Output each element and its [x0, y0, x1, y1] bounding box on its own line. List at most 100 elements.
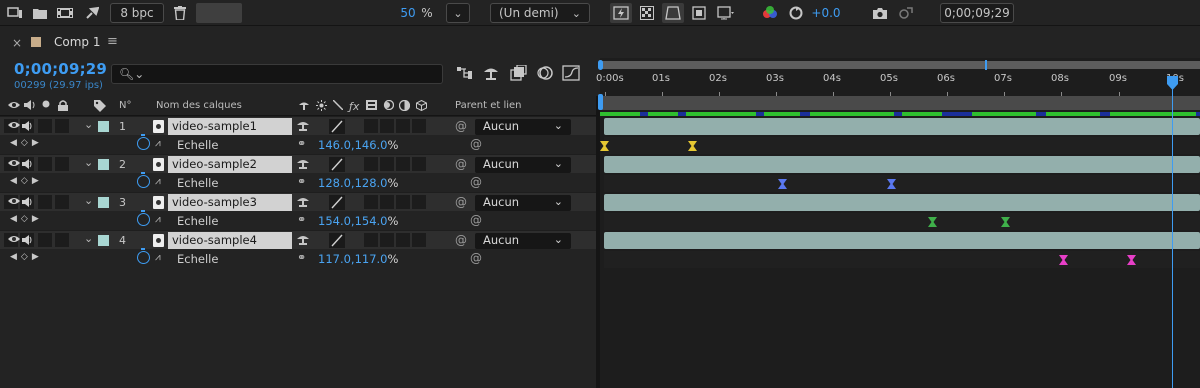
solo-toggle[interactable] — [38, 157, 52, 171]
folder-icon[interactable] — [32, 3, 48, 23]
region-of-interest-icon[interactable] — [688, 3, 710, 23]
solo-toggle[interactable] — [38, 195, 52, 209]
property-row-scale-3[interactable]: ◀◇▶ ⩘ Echelle ⚭ 154.0,154.0% @ — [0, 210, 596, 230]
graph-icon[interactable]: ⩘ — [155, 176, 161, 187]
column-adjustment-icon[interactable] — [398, 99, 411, 114]
column-frame-blend-icon[interactable] — [366, 100, 377, 113]
property-value[interactable]: 146.0,146.0% — [318, 138, 398, 152]
link-icon[interactable]: ⚭ — [297, 251, 306, 264]
property-value[interactable]: 154.0,154.0% — [318, 214, 398, 228]
layer-name[interactable]: video-sample2 — [168, 156, 292, 173]
motion-blur-switch[interactable] — [396, 119, 410, 133]
work-area-bar[interactable] — [598, 94, 1200, 110]
column-layer-name[interactable]: Nom des calques — [156, 100, 242, 111]
lock-toggle[interactable] — [55, 157, 69, 171]
grid-guides-icon[interactable] — [714, 3, 738, 23]
keyframe-track-3[interactable] — [604, 213, 1200, 230]
eye-icon[interactable] — [8, 120, 20, 133]
column-label-tag-icon[interactable] — [94, 100, 106, 115]
keyframe-marker[interactable] — [1001, 217, 1010, 227]
keyframe-track-4[interactable] — [604, 251, 1200, 268]
display-icon[interactable] — [6, 3, 24, 23]
timeline-area[interactable]: 0:00s 01s 02s 03s 04s 05s 06s 07s 08s 09… — [596, 58, 1200, 388]
solo-toggle[interactable] — [38, 119, 52, 133]
keyframe-marker[interactable] — [887, 179, 896, 189]
motion-blur-switch[interactable] — [396, 195, 410, 209]
parent-dropdown[interactable]: Aucun ⌄ — [475, 233, 571, 249]
graph-icon[interactable]: ⩘ — [155, 214, 161, 225]
resolution-dropdown[interactable]: (Un demi) ⌄ — [490, 3, 590, 23]
shy-switch-icon[interactable] — [296, 157, 310, 172]
column-eye-icon[interactable] — [8, 100, 20, 113]
eye-icon[interactable] — [8, 234, 20, 247]
keyframe-marker[interactable] — [688, 141, 697, 151]
chevron-down-icon[interactable]: ⌄ — [84, 194, 93, 207]
column-number[interactable]: N° — [119, 100, 131, 111]
3d-layer-switch[interactable] — [412, 157, 426, 171]
fast-preview-icon[interactable] — [610, 3, 632, 23]
effects-switch[interactable] — [364, 195, 378, 209]
audio-toggle[interactable] — [20, 119, 34, 133]
link-icon[interactable]: ⚭ — [297, 213, 306, 226]
current-timecode[interactable]: 0;00;09;29 — [14, 60, 107, 78]
column-motion-blur-icon[interactable] — [383, 99, 395, 113]
parent-dropdown[interactable]: Aucun ⌄ — [475, 195, 571, 211]
chevron-down-icon[interactable]: ⌄ — [84, 118, 93, 131]
stopwatch-icon[interactable] — [137, 210, 150, 226]
column-quality-icon[interactable] — [332, 99, 344, 113]
current-time-indicator-line[interactable] — [1172, 76, 1173, 388]
layer-duration-bar-2[interactable] — [604, 156, 1200, 173]
effects-switch[interactable] — [364, 233, 378, 247]
pickwhip-spiral-icon[interactable]: @ — [470, 213, 482, 227]
stopwatch-icon[interactable] — [137, 134, 150, 150]
layer-row-2[interactable]: ⌄ 2 video-sample2 @ Aucun ⌄ — [0, 154, 596, 173]
graph-icon[interactable]: ⩘ — [155, 252, 161, 263]
audio-toggle[interactable] — [20, 157, 34, 171]
shy-switch-icon[interactable] — [296, 119, 310, 134]
quality-switch[interactable] — [329, 119, 345, 134]
lock-toggle[interactable] — [55, 195, 69, 209]
layer-label-color[interactable] — [98, 121, 109, 132]
parent-dropdown[interactable]: Aucun ⌄ — [475, 157, 571, 173]
quality-switch[interactable] — [329, 233, 345, 248]
current-time-indicator-head[interactable] — [1167, 76, 1178, 90]
column-effects-icon[interactable]: ƒx — [349, 100, 359, 113]
keyframe-navigator[interactable]: ◀◇▶ — [10, 252, 43, 262]
lock-toggle[interactable] — [55, 233, 69, 247]
chevron-down-icon[interactable]: ⌄ — [84, 232, 93, 245]
motion-blur-switch[interactable] — [396, 233, 410, 247]
lock-toggle[interactable] — [55, 119, 69, 133]
pickwhip-spiral-icon[interactable]: @ — [455, 195, 467, 209]
keyframe-marker[interactable] — [778, 179, 787, 189]
time-navigator-start-handle[interactable] — [598, 60, 603, 70]
layer-duration-bar-3[interactable] — [604, 194, 1200, 211]
parent-dropdown[interactable]: Aucun ⌄ — [475, 119, 571, 135]
channels-icon[interactable] — [760, 3, 780, 23]
current-time-display[interactable]: 0;00;09;29 — [940, 3, 1014, 23]
time-ruler[interactable]: 0:00s 01s 02s 03s 04s 05s 06s 07s 08s 09… — [596, 70, 1200, 97]
layer-row-3[interactable]: ⌄ 3 video-sample3 @ Aucun ⌄ — [0, 192, 596, 211]
quality-switch[interactable] — [329, 157, 345, 172]
pickwhip-spiral-icon[interactable]: @ — [470, 175, 482, 189]
frame-blending-icon[interactable] — [510, 64, 528, 84]
column-audio-icon[interactable] — [24, 100, 36, 113]
trash-icon[interactable] — [172, 3, 188, 23]
frame-blend-switch[interactable] — [380, 119, 394, 133]
layer-label-color[interactable] — [98, 197, 109, 208]
link-icon[interactable]: ⚭ — [297, 137, 306, 150]
column-3d-icon[interactable] — [416, 99, 427, 114]
pickwhip-spiral-icon[interactable]: @ — [455, 157, 467, 171]
work-area-start-handle[interactable] — [598, 94, 603, 110]
pickwhip-spiral-icon[interactable]: @ — [455, 119, 467, 133]
graph-editor-icon[interactable] — [562, 65, 580, 84]
color-swatch[interactable] — [196, 3, 242, 23]
keyframe-navigator[interactable]: ◀◇▶ — [10, 138, 43, 148]
effects-switch[interactable] — [364, 119, 378, 133]
3d-layer-switch[interactable] — [412, 119, 426, 133]
layer-name[interactable]: video-sample1 — [168, 118, 292, 135]
property-row-scale-4[interactable]: ◀◇▶ ⩘ Echelle ⚭ 117.0,117.0% @ — [0, 248, 596, 268]
column-parent[interactable]: Parent et lien — [455, 100, 522, 111]
keyframe-navigator[interactable]: ◀◇▶ — [10, 176, 43, 186]
keyframe-marker[interactable] — [600, 141, 609, 151]
panel-menu-icon[interactable]: ≡ — [107, 34, 118, 49]
